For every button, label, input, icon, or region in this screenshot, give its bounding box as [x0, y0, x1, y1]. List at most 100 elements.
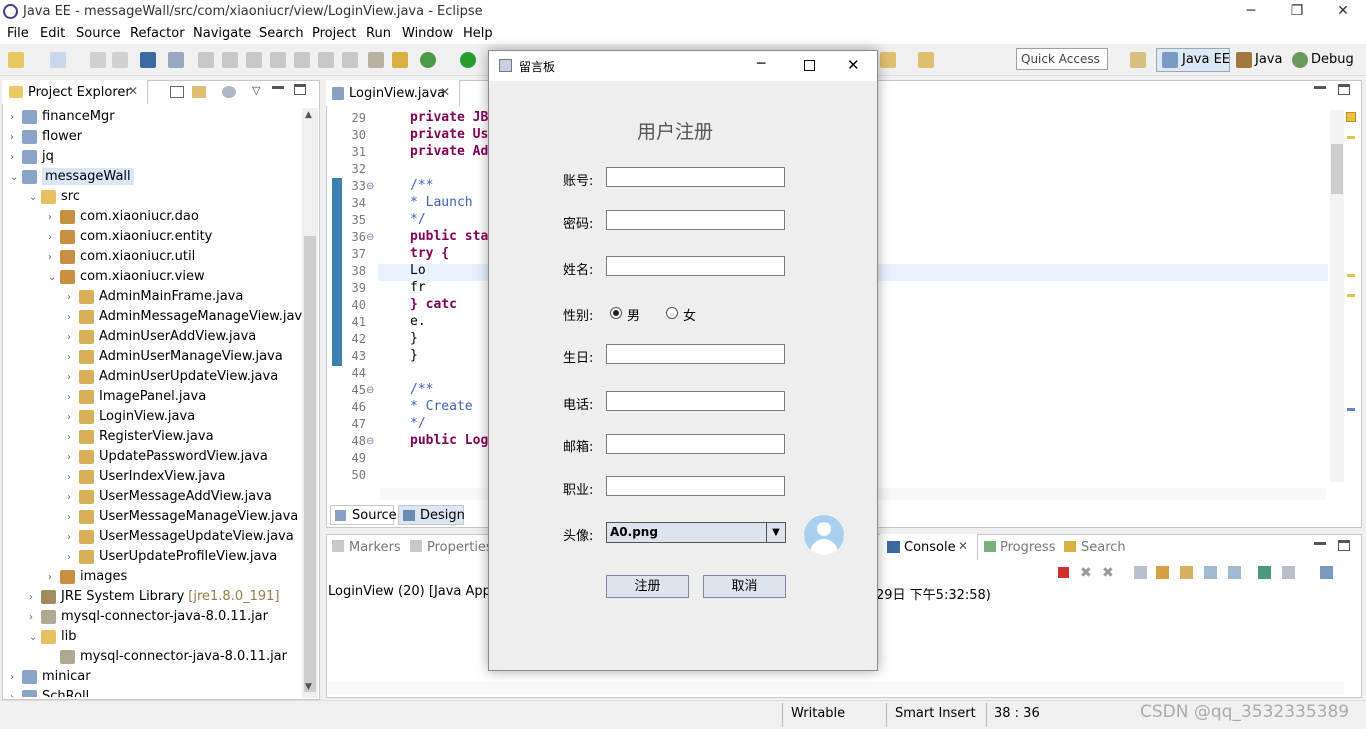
- drop-to-frame-icon[interactable]: [368, 52, 384, 68]
- maximize-console-icon[interactable]: [1338, 540, 1350, 551]
- scroll-lock-icon[interactable]: [1156, 566, 1169, 579]
- code-line[interactable]: public sta: [410, 229, 488, 244]
- new-icon[interactable]: [8, 52, 24, 68]
- menu-file[interactable]: File: [7, 26, 29, 41]
- menu-search[interactable]: Search: [259, 26, 304, 41]
- avatar-select[interactable]: A0.png ▼: [606, 522, 786, 543]
- back-icon[interactable]: [880, 52, 896, 68]
- dialog-maximize-icon[interactable]: [804, 60, 815, 71]
- tree-item[interactable]: › com.xiaoniucr.util: [10, 247, 302, 267]
- collapsed-arrow-icon[interactable]: ›: [48, 228, 60, 248]
- code-line[interactable]: fr: [410, 280, 426, 295]
- email-input[interactable]: [606, 434, 785, 454]
- code-line[interactable]: Lo: [410, 263, 426, 278]
- tree-item[interactable]: › RegisterView.java: [10, 427, 302, 447]
- collapsed-arrow-icon[interactable]: ›: [29, 588, 41, 608]
- perspective-java-ee[interactable]: Java EE: [1182, 52, 1230, 67]
- tree-item[interactable]: ⌄ messageWall: [10, 167, 302, 187]
- scroll-thumb[interactable]: [304, 236, 316, 692]
- collapsed-arrow-icon[interactable]: ›: [10, 128, 22, 148]
- collapsed-arrow-icon[interactable]: ›: [67, 308, 79, 328]
- tree-item[interactable]: › UpdatePasswordView.java: [10, 447, 302, 467]
- fold-icon[interactable]: ⊖: [366, 436, 374, 447]
- code-line[interactable]: e.: [410, 314, 426, 329]
- terminate-console-icon[interactable]: [1058, 567, 1069, 578]
- register-button[interactable]: 注册: [606, 575, 689, 598]
- collapsed-arrow-icon[interactable]: ›: [10, 108, 22, 128]
- collapsed-arrow-icon[interactable]: ›: [67, 328, 79, 348]
- minimize-icon[interactable]: ─: [1228, 0, 1274, 24]
- console-hscrollbar[interactable]: [328, 682, 1344, 694]
- tree-item[interactable]: › ImagePanel.java: [10, 387, 302, 407]
- clear-console-icon[interactable]: [1134, 566, 1147, 579]
- tree-item[interactable]: › UserMessageUpdateView.java: [10, 527, 302, 547]
- show-stdout-icon[interactable]: [1204, 566, 1217, 579]
- step-over-icon[interactable]: [318, 52, 334, 68]
- open-console-icon[interactable]: [1320, 566, 1333, 579]
- collapsed-arrow-icon[interactable]: ›: [67, 468, 79, 488]
- dialog-minimize-icon[interactable]: ─: [757, 56, 765, 72]
- code-line[interactable]: private JB: [410, 110, 488, 125]
- close-console-icon[interactable]: ✕: [958, 539, 968, 553]
- remove-launch-icon[interactable]: ✖: [1080, 565, 1092, 581]
- collapsed-arrow-icon[interactable]: ›: [67, 348, 79, 368]
- menu-run[interactable]: Run: [366, 26, 391, 41]
- fold-icon[interactable]: ⊖: [366, 385, 374, 396]
- use-step-filters-icon[interactable]: [392, 52, 408, 68]
- collapsed-arrow-icon[interactable]: ›: [67, 428, 79, 448]
- collapsed-arrow-icon[interactable]: ›: [48, 208, 60, 228]
- scroll-up-icon[interactable]: ▲: [305, 110, 312, 120]
- birthday-input[interactable]: [606, 344, 785, 364]
- collapsed-arrow-icon[interactable]: ›: [10, 668, 22, 688]
- code-area[interactable]: [0, 0, 1, 1]
- tree-item[interactable]: › AdminMainFrame.java: [10, 287, 302, 307]
- restore-icon[interactable]: ❐: [1274, 0, 1320, 24]
- forward-icon[interactable]: [918, 52, 934, 68]
- tree-item[interactable]: › mysql-connector-java-8.0.11.jar: [10, 607, 302, 627]
- collapsed-arrow-icon[interactable]: ›: [48, 248, 60, 268]
- tree-item[interactable]: › financeMgr: [10, 107, 302, 127]
- collapsed-arrow-icon[interactable]: ›: [67, 288, 79, 308]
- code-line[interactable]: /**: [410, 382, 433, 397]
- tree-item[interactable]: ⌄ lib: [10, 627, 302, 647]
- menu-refactor[interactable]: Refactor: [130, 26, 185, 41]
- tree-item[interactable]: ⌄ com.xiaoniucr.view: [10, 267, 302, 287]
- expanded-arrow-icon[interactable]: ⌄: [10, 168, 22, 188]
- tree-item[interactable]: › UserUpdateProfileView.java: [10, 547, 302, 567]
- resume-icon[interactable]: [198, 52, 214, 68]
- tree-item[interactable]: › AdminUserUpdateView.java: [10, 367, 302, 387]
- name-input[interactable]: [606, 256, 785, 276]
- code-line[interactable]: */: [410, 416, 426, 431]
- tree-item[interactable]: › flower: [10, 127, 302, 147]
- tree-item[interactable]: › AdminMessageManageView.java: [10, 307, 302, 327]
- tree-item[interactable]: › JRE System Library [jre1.8.0_191]: [10, 587, 302, 607]
- tab-progress[interactable]: Progress: [1000, 540, 1055, 555]
- tree-item[interactable]: › SchRoll: [10, 687, 302, 697]
- tab-source[interactable]: Source: [330, 505, 397, 525]
- menu-source[interactable]: Source: [76, 26, 121, 41]
- project-explorer-scrollbar[interactable]: ▲ ▼: [302, 108, 318, 698]
- code-line[interactable]: * Launch: [410, 195, 473, 210]
- tree-item[interactable]: › images: [10, 567, 302, 587]
- editor-scroll-thumb[interactable]: [1331, 144, 1343, 194]
- chevron-down-icon[interactable]: ▼: [766, 523, 785, 542]
- collapsed-arrow-icon[interactable]: ›: [10, 148, 22, 168]
- tree-item[interactable]: › UserMessageAddView.java: [10, 487, 302, 507]
- tab-loginview-java[interactable]: LoginView.java ✕: [326, 80, 460, 106]
- code-line[interactable]: * Create: [410, 399, 473, 414]
- new-project-icon[interactable]: [50, 52, 66, 68]
- console-view-icon[interactable]: [140, 52, 156, 68]
- phone-input[interactable]: [606, 391, 785, 411]
- fold-icon[interactable]: ⊖: [366, 232, 374, 243]
- step-return-icon[interactable]: [342, 52, 358, 68]
- tab-search[interactable]: Search: [1081, 540, 1126, 555]
- collapse-all-icon[interactable]: [170, 86, 184, 98]
- perspective-java[interactable]: Java: [1255, 52, 1282, 67]
- link-with-editor-icon[interactable]: [192, 86, 206, 98]
- minimize-editor-icon[interactable]: [1314, 86, 1326, 89]
- collapsed-arrow-icon[interactable]: ›: [10, 688, 22, 697]
- menu-project[interactable]: Project: [312, 26, 356, 41]
- code-line[interactable]: }: [410, 331, 418, 346]
- close-icon[interactable]: ✕: [1320, 0, 1366, 24]
- code-line[interactable]: }: [410, 348, 418, 363]
